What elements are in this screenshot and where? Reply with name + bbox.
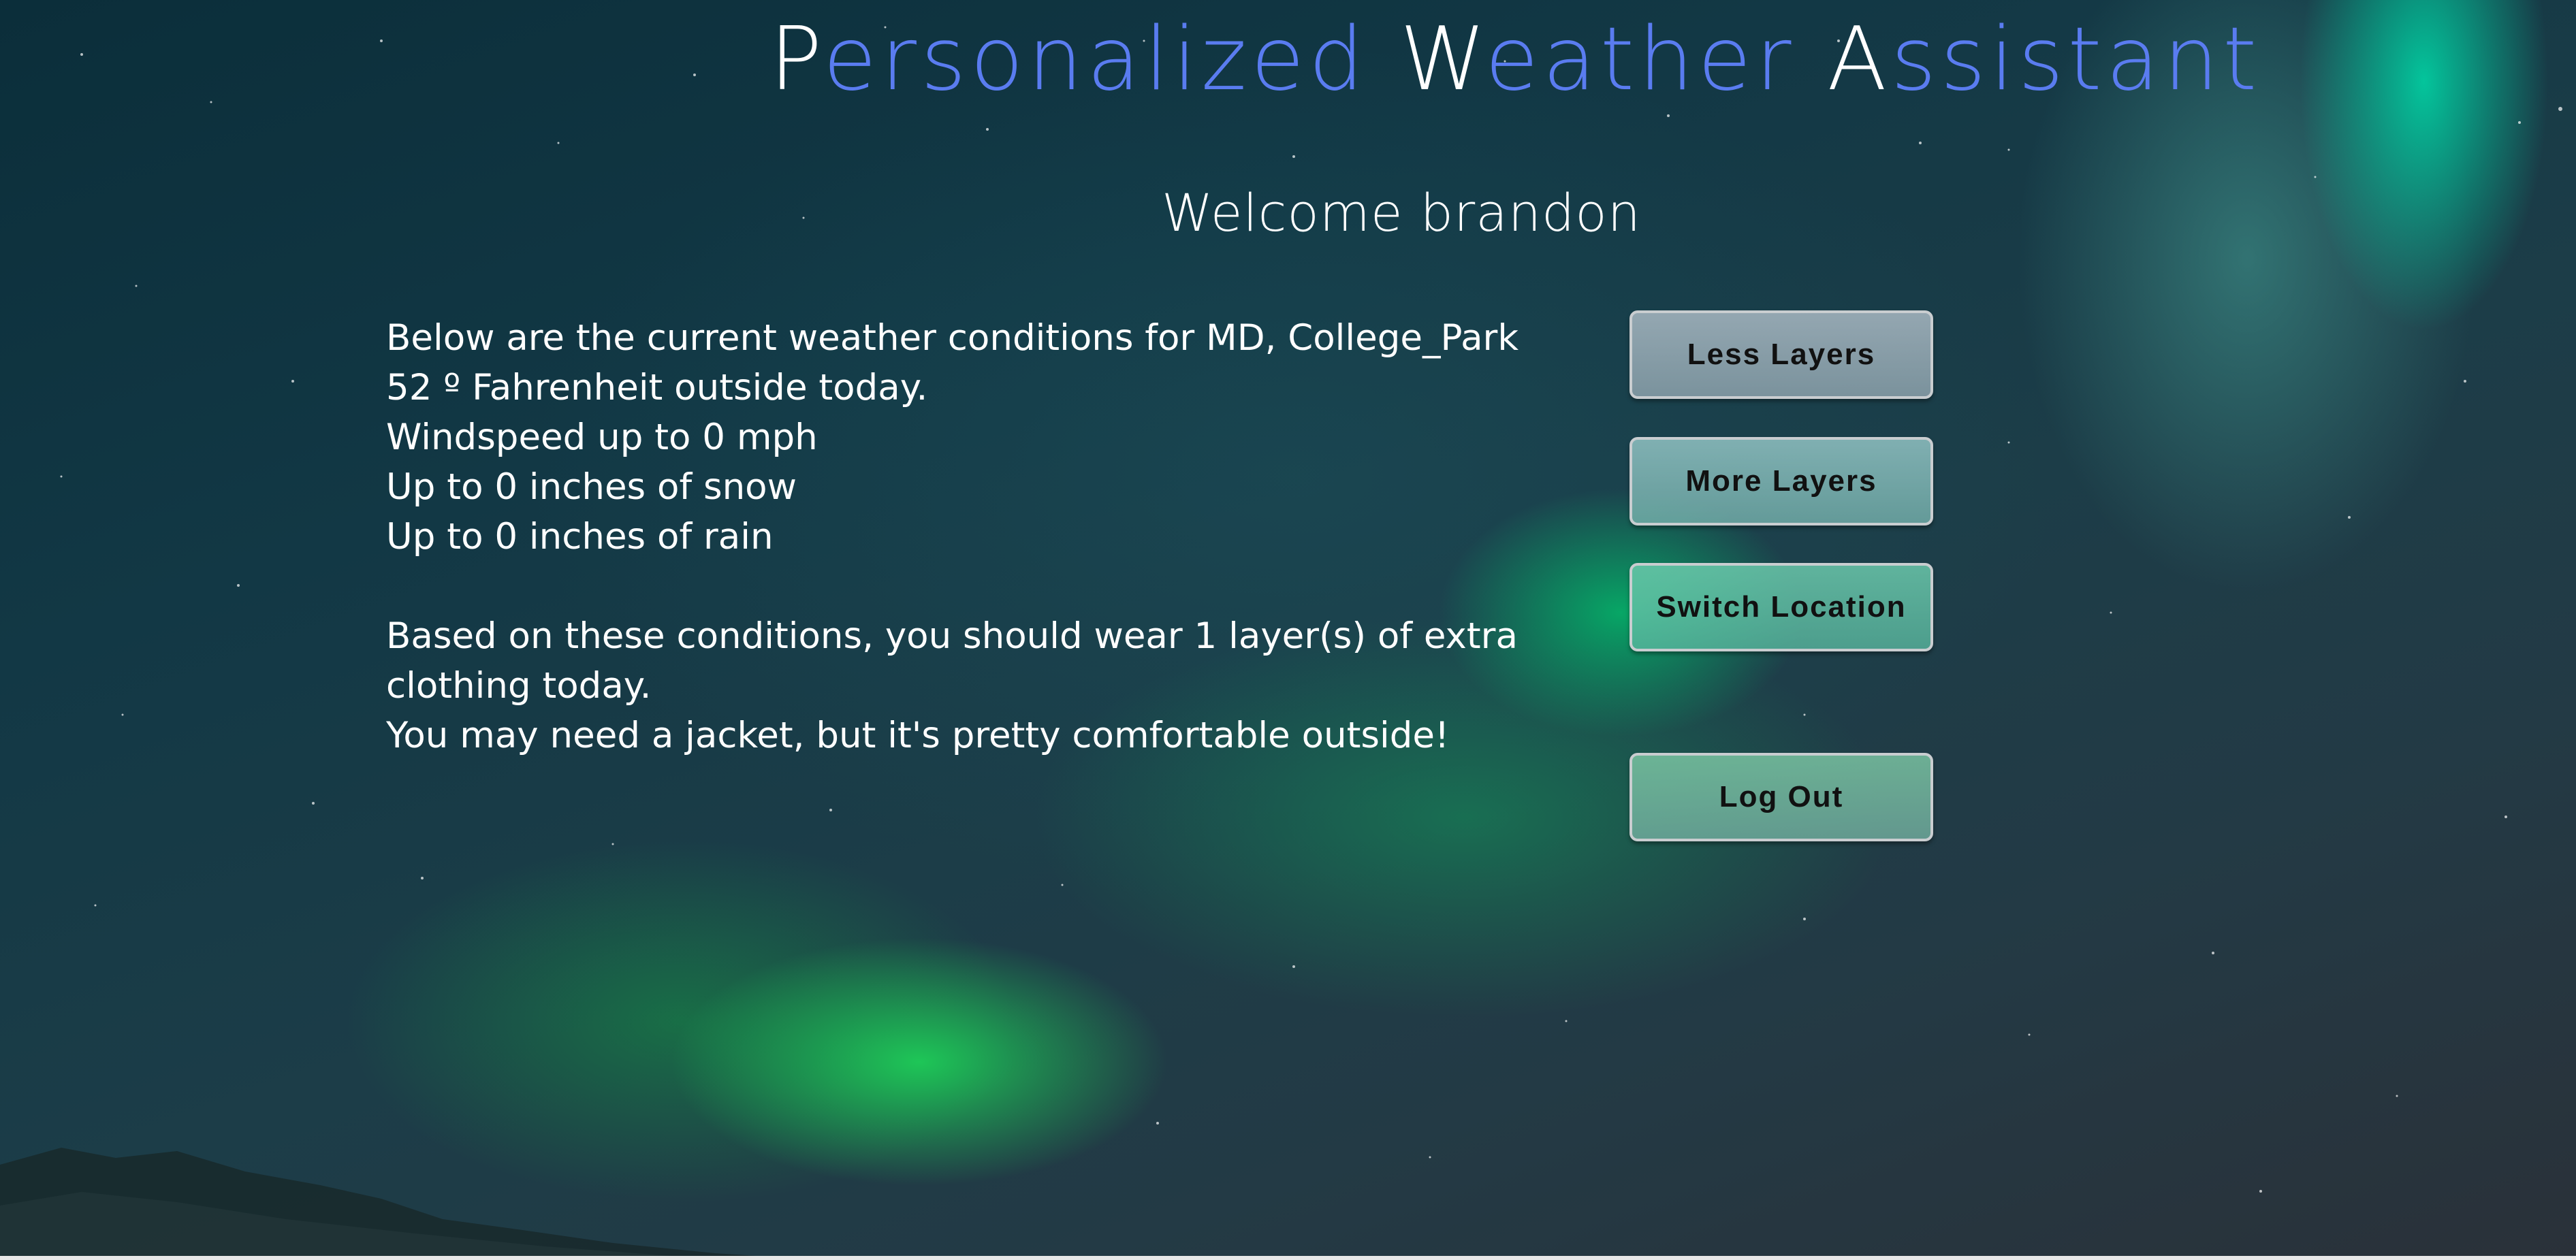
more-layers-button[interactable]: More Layers: [1629, 437, 1933, 526]
less-layers-button[interactable]: Less Layers: [1629, 310, 1933, 399]
conditions-intro: Below are the current weather conditions…: [386, 317, 1519, 359]
snow-text: Up to 0 inches of snow: [386, 466, 797, 508]
mountain-silhouette: [0, 1148, 817, 1260]
title-word-2-cap: W: [1399, 9, 1485, 110]
title-word-2-rest: eather: [1484, 9, 1796, 110]
switch-location-button[interactable]: Switch Location: [1629, 563, 1933, 651]
welcome-message: Welcome brandon: [1162, 182, 1641, 243]
windspeed-text: Windspeed up to 0 mph: [386, 417, 818, 458]
page-bottom-edge: [0, 1256, 2576, 1260]
title-word-3-cap: A: [1827, 9, 1891, 110]
rain-text: Up to 0 inches of rain: [386, 516, 774, 558]
temperature-text: 52 º Fahrenheit outside today.: [386, 367, 928, 408]
weather-conditions-panel: Below are the current weather conditions…: [386, 313, 1605, 760]
app-title: Personalized Weather Assistant: [769, 12, 2261, 108]
title-word-3-rest: ssistant: [1890, 9, 2261, 110]
title-word-1-rest: ersonalized: [823, 9, 1368, 110]
title-word-1-cap: P: [769, 9, 823, 110]
comfort-advice: You may need a jacket, but it's pretty c…: [386, 715, 1450, 756]
clothing-recommendation: Based on these conditions, you should we…: [386, 615, 1518, 707]
log-out-button[interactable]: Log Out: [1629, 753, 1933, 841]
